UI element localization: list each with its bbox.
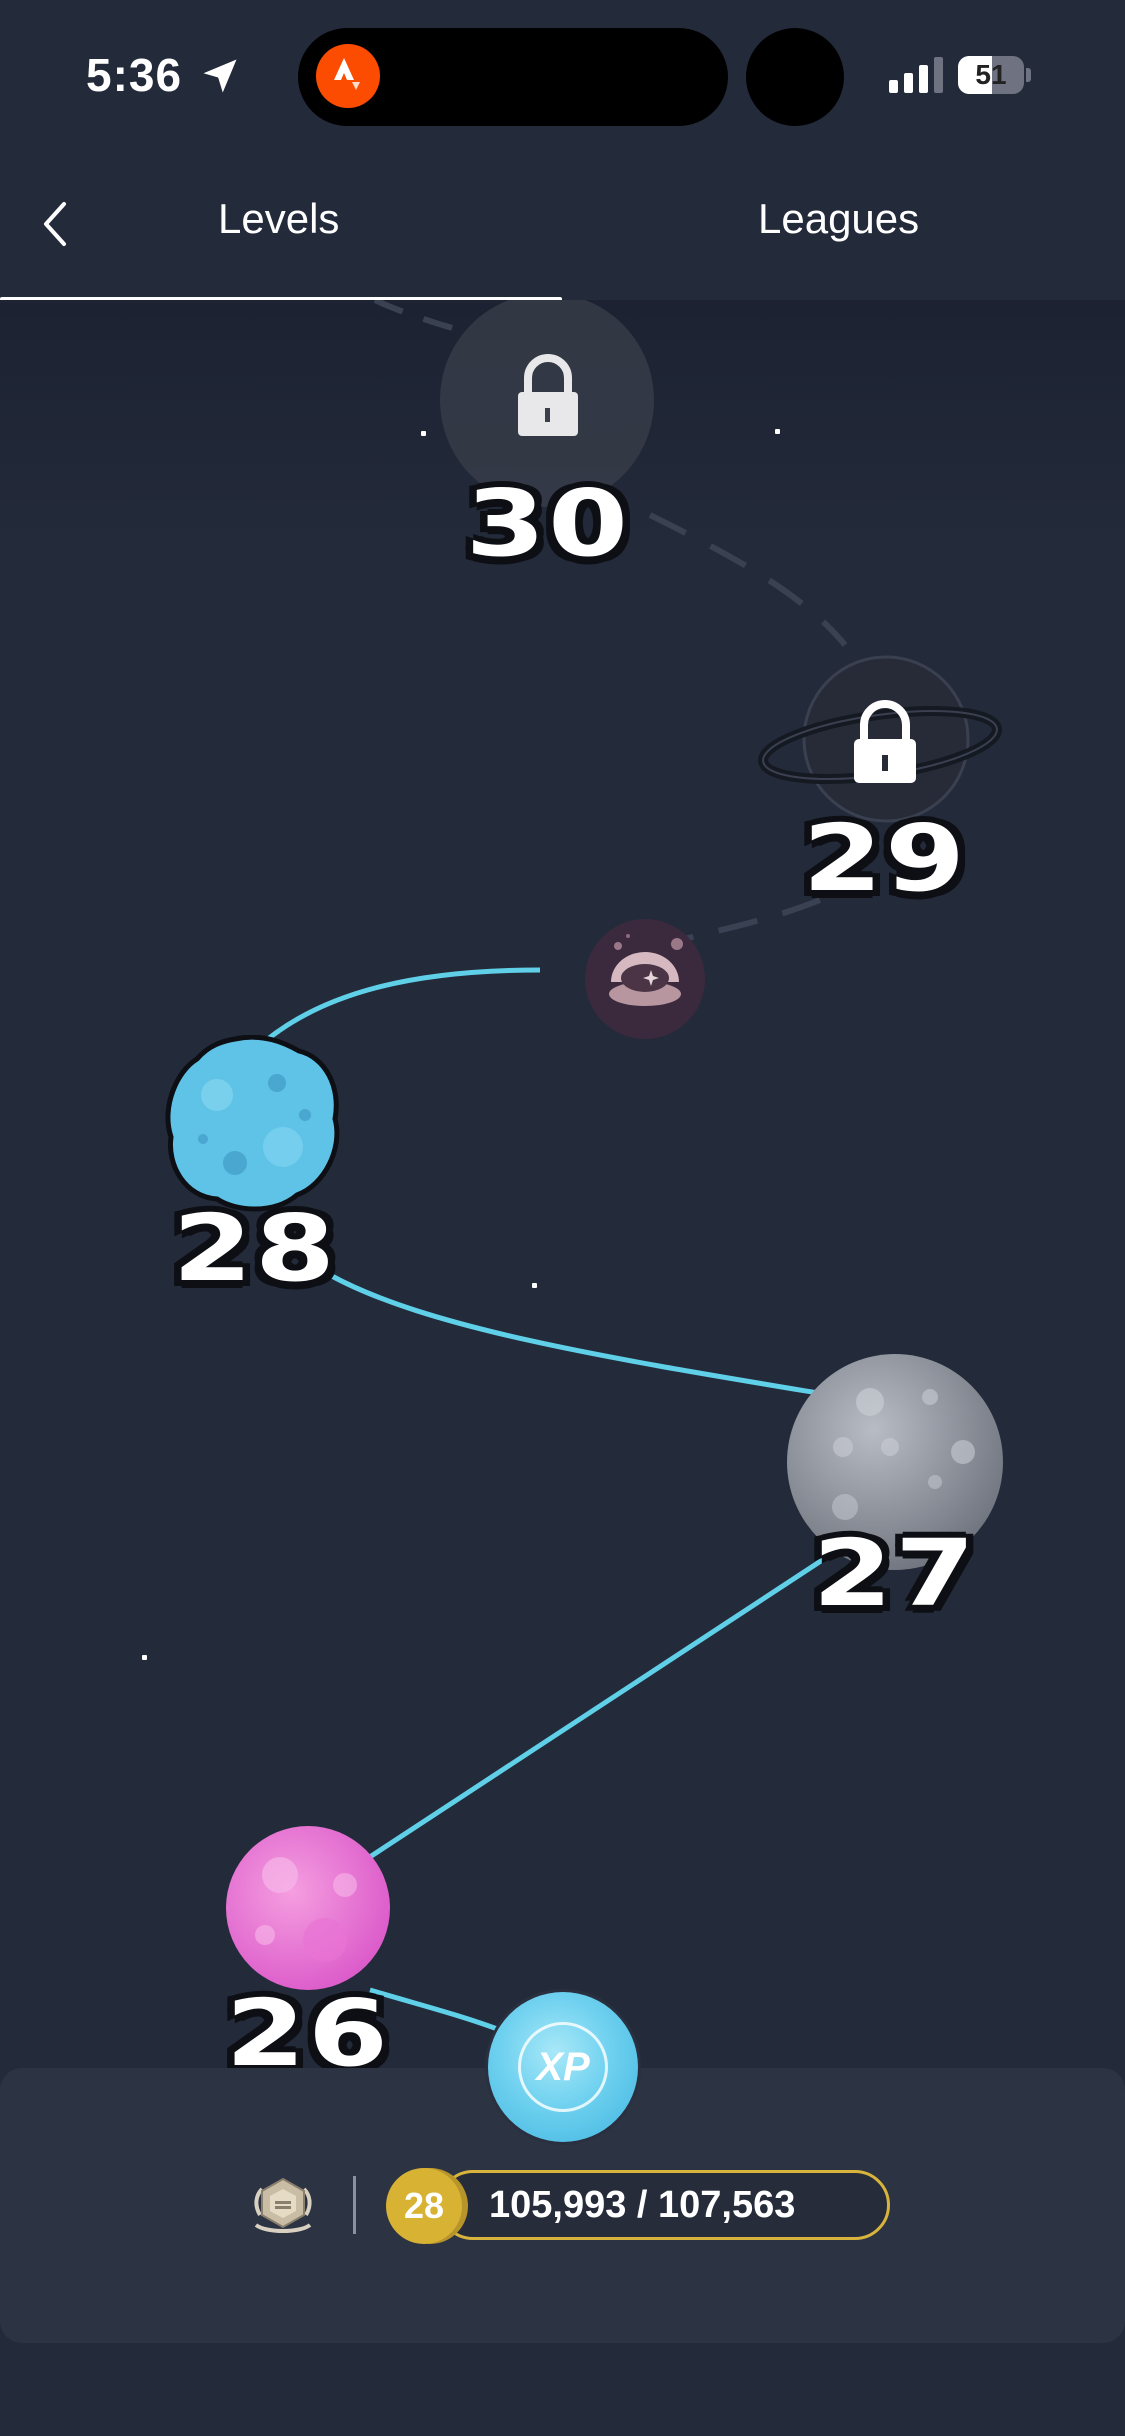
location-arrow-icon xyxy=(203,59,237,93)
current-level-badge: 28 xyxy=(386,2168,462,2244)
level-map[interactable]: 30 29 28 27 26 xyxy=(0,300,1125,2087)
xp-progress-text: 105,993 / 107,563 xyxy=(489,2184,796,2226)
battery-percentage: 51 xyxy=(975,59,1007,90)
front-camera xyxy=(746,28,844,126)
astronaut-avatar-icon xyxy=(585,919,705,1039)
tab-bar: Levels Leagues xyxy=(0,150,1125,303)
planet-level-28-current[interactable] xyxy=(165,1035,340,1215)
level-number-29: 29 xyxy=(802,805,968,912)
dynamic-island xyxy=(298,28,728,126)
status-bar: 5:36 51 xyxy=(0,0,1125,150)
xp-badge[interactable]: XP xyxy=(488,1992,638,2142)
divider xyxy=(353,2176,356,2234)
tab-leagues[interactable]: Leagues xyxy=(758,195,919,243)
league-rank-icon[interactable] xyxy=(248,2175,318,2237)
tab-levels[interactable]: Levels xyxy=(218,195,339,243)
xp-badge-label: XP xyxy=(536,2045,590,2089)
current-level-number: 28 xyxy=(403,2185,445,2226)
level-number-30: 30 xyxy=(465,470,631,577)
status-time: 5:36 xyxy=(86,49,183,101)
xp-progress-bar: 105,993 / 107,563 xyxy=(438,2170,890,2240)
level-number-28: 28 xyxy=(172,1195,338,1302)
level-number-27: 27 xyxy=(812,1520,978,1627)
strava-icon xyxy=(316,44,380,108)
battery-icon: 51 xyxy=(958,56,1031,94)
planet-level-26-completed[interactable] xyxy=(225,1825,391,1991)
back-chevron-icon[interactable] xyxy=(30,194,80,254)
signal-icon xyxy=(889,57,943,93)
